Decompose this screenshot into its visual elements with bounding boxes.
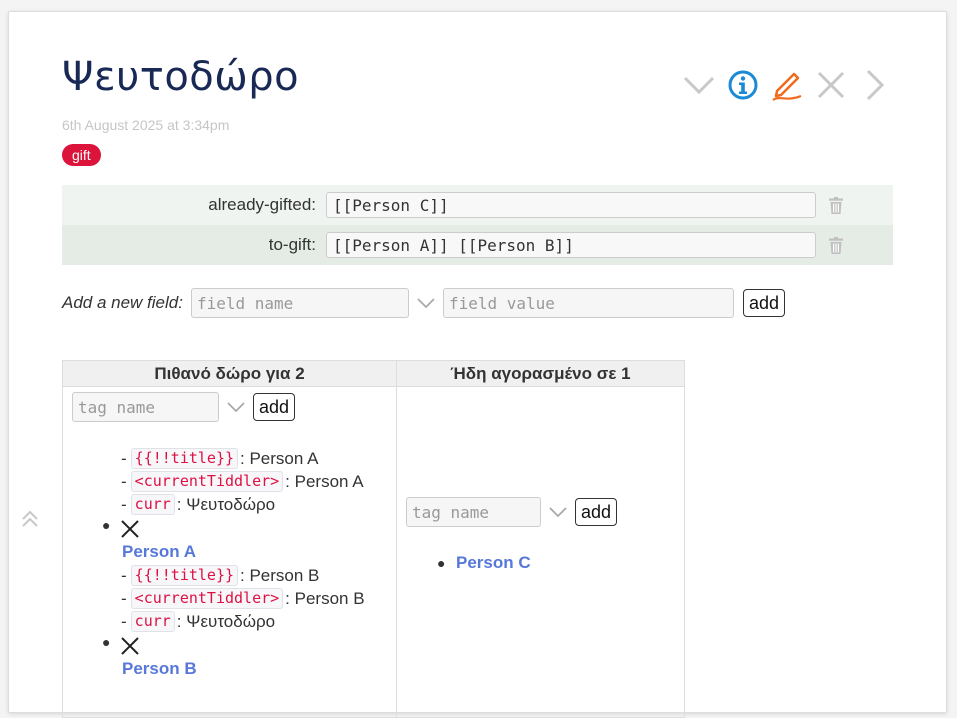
gift-table: Πιθανό δώρο για 2 Ήδη αγορασμένο σε 1 ta… [62,360,685,718]
info-icon[interactable] [723,67,763,103]
field-name-dropdown-chevron-icon[interactable] [409,288,443,318]
tiddler-title: Ψευτοδώρο [62,54,300,100]
tag-name-input[interactable]: tag name [406,497,541,527]
code-snippet: {{!!title}} [130,448,239,469]
delete-field-trash-icon[interactable] [826,234,846,256]
already-bought-cell: tag name add ● Person C [396,386,685,718]
tag-name-input[interactable]: tag name [72,392,219,422]
add-field-button[interactable]: add [742,289,786,317]
list-bullet: ● [437,555,446,571]
remove-tag-close-icon[interactable] [121,520,139,543]
add-tag-button[interactable]: add [575,498,618,526]
list-item: - curr: Ψευτοδώρο [121,611,276,632]
field-name-label: to-gift: [268,235,316,254]
fold-up-double-chevron-icon[interactable] [21,510,39,533]
tag-picker: tag name add [72,392,296,422]
entry-detail-list: - {{!!title}}: Person B - <currentTiddler>… [121,564,365,633]
list-item: - <currentTiddler>: Person A [121,471,364,492]
tiddler-frame: Ψευτοδώρο 6th August 2025 at 3:34pm gift… [8,11,947,718]
code-snippet: curr [130,494,175,515]
tiddler-link-person-a[interactable]: Person A [122,542,196,562]
tag-dropdown-chevron-icon[interactable] [541,497,575,527]
chevron-right-icon[interactable] [855,67,895,103]
delete-field-trash-icon[interactable] [826,194,846,216]
add-tag-button[interactable]: add [253,393,296,421]
list-item: - curr: Ψευτοδώρο [121,494,276,515]
code-snippet: {{!!title}} [130,565,239,586]
field-row: to-gift: [[Person A]] [[Person B]] [62,225,893,265]
tag-dropdown-chevron-icon[interactable] [219,392,253,422]
list-item: - {{!!title}}: Person A [121,448,319,469]
list-item-text: : Person A [285,472,364,491]
possible-gift-cell: tag name add - {{!!title}}: Person A - <cu… [62,386,397,718]
edit-icon[interactable] [767,67,807,103]
tiddler-toolbar [679,67,895,103]
entry-detail-list: - {{!!title}}: Person A - <currentTiddler>… [121,447,364,516]
list-item-text: : Ψευτοδώρο [176,612,276,631]
field-row: already-gifted: [[Person C]] [62,185,893,225]
list-item-text: : Person B [285,589,365,608]
field-value-input[interactable]: field value [442,288,734,318]
tiddler-modified-date: 6th August 2025 at 3:34pm [62,117,230,133]
field-name-label: already-gifted: [208,195,316,214]
list-item-text: : Person B [240,566,320,585]
remove-tag-close-icon[interactable] [121,637,139,660]
column-header-possible-gift: Πιθανό δώρο για 2 [62,360,397,387]
field-list: already-gifted: [[Person C]] to-gift: [[… [62,185,893,265]
tag-pill-gift[interactable]: gift [62,144,101,166]
code-snippet: <currentTiddler> [130,588,284,609]
tag-picker: tag name add [406,497,618,527]
field-value-input[interactable]: [[Person A]] [[Person B]] [326,232,816,258]
field-name-input[interactable]: field name [190,288,409,318]
list-item: - <currentTiddler>: Person B [121,588,365,609]
code-snippet: curr [130,611,175,632]
code-snippet: <currentTiddler> [130,471,284,492]
list-item-text: : Person A [240,449,319,468]
add-field-label: Add a new field: [62,293,183,312]
list-item: - {{!!title}}: Person B [121,565,320,586]
more-chevron-down-icon[interactable] [679,67,719,103]
column-header-already-bought: Ήδη αγορασμένο σε 1 [396,360,685,387]
field-value-input[interactable]: [[Person C]] [326,192,816,218]
add-field-row: Add a new field: field name field value … [62,288,786,318]
close-icon[interactable] [811,67,851,103]
list-bullet: ● [102,517,111,533]
list-bullet: ● [102,634,111,650]
list-item-text: : Ψευτοδώρο [176,495,276,514]
tiddler-link-person-b[interactable]: Person B [122,659,197,679]
tiddler-link-person-c[interactable]: Person C [456,553,531,573]
